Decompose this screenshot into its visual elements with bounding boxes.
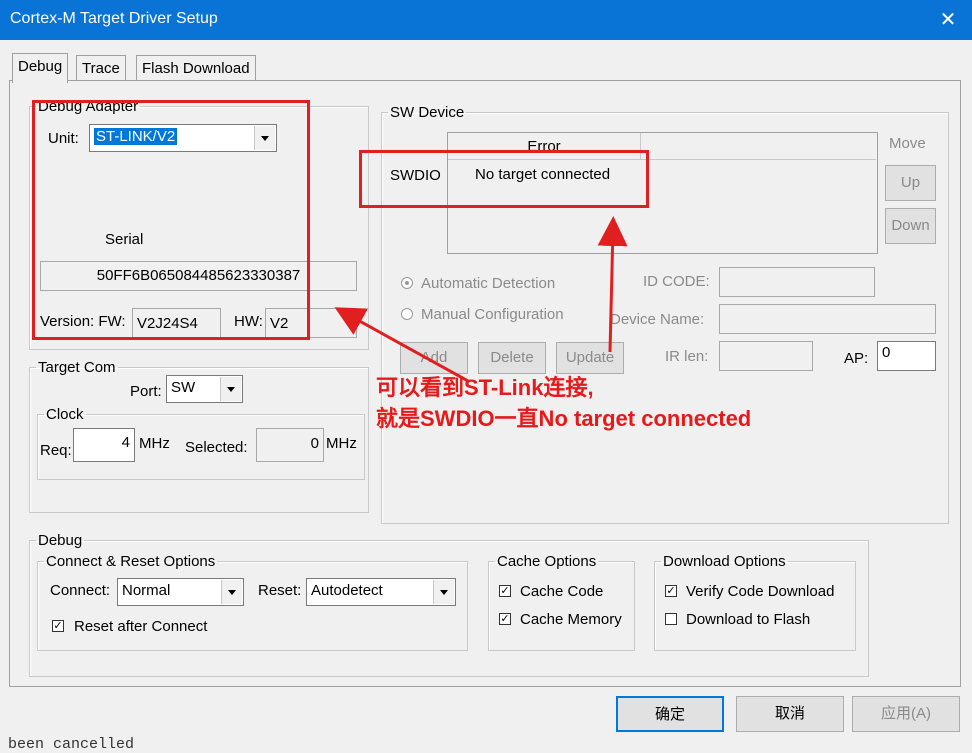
annotation-line-1: 可以看到ST-Link连接, — [376, 375, 594, 400]
tab-debug[interactable]: Debug — [12, 53, 69, 83]
cancel-button[interactable]: 取消 — [736, 696, 844, 732]
annotation-line-2: 就是SWDIO一直No target connected — [376, 406, 752, 431]
background-console-text: been cancelled — [8, 736, 135, 753]
ok-button[interactable]: 确定 — [616, 696, 724, 732]
apply-button[interactable]: 应用(A) — [852, 696, 960, 732]
arrow-to-adapter — [334, 307, 469, 383]
arrow-to-swdio — [597, 216, 628, 353]
